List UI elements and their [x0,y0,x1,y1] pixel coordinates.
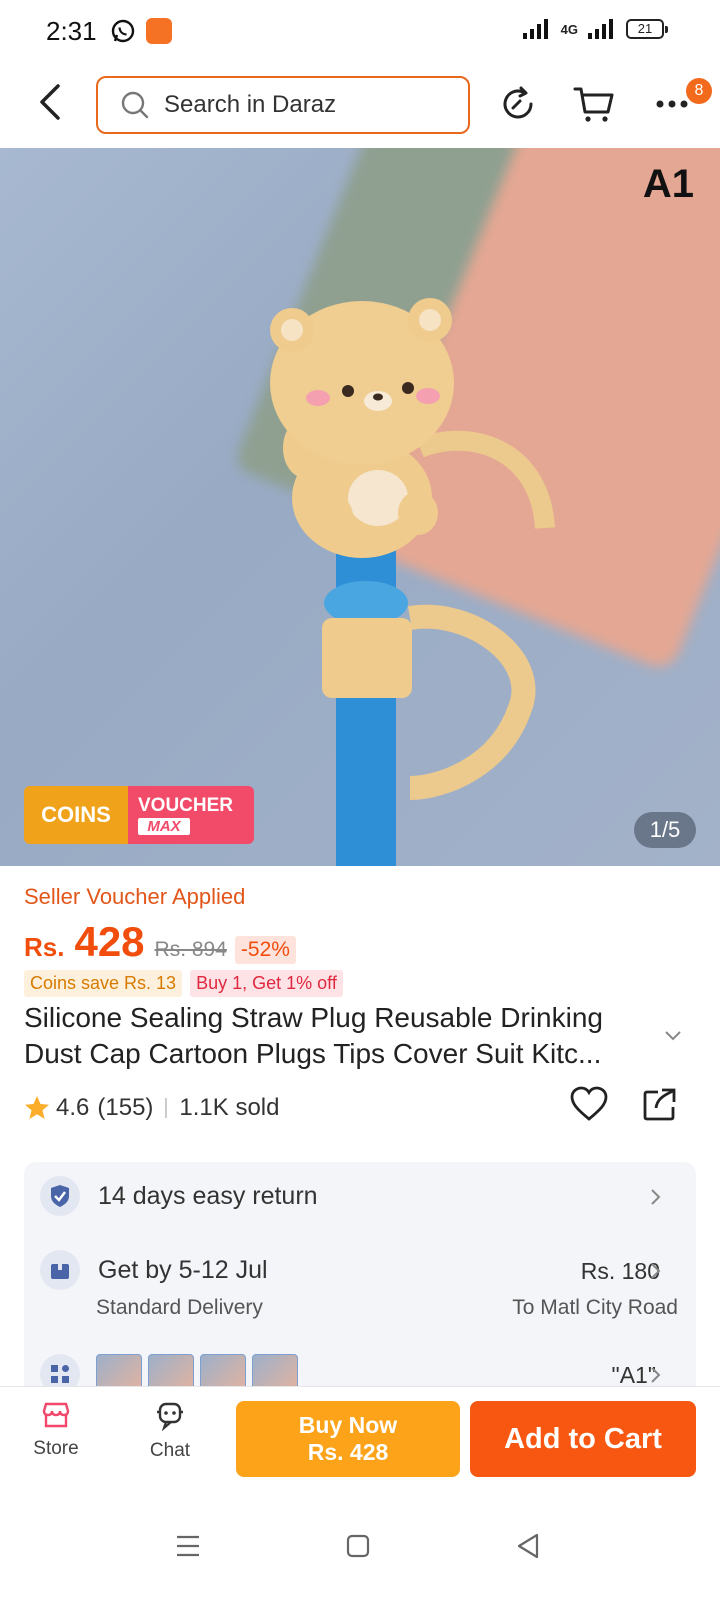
store-icon [42,1402,70,1428]
image-pager: 1/5 [634,812,696,848]
menu-lines-icon [177,1535,199,1557]
return-policy-row[interactable]: 14 days easy return [40,1176,318,1216]
original-price: Rs. 894 [154,938,227,961]
buy-now-button[interactable]: Buy Now Rs. 428 [236,1401,460,1477]
buy-offer-tag[interactable]: Buy 1, Get 1% off [190,970,343,997]
signal-icon [522,19,548,39]
return-policy-text: 14 days easy return [98,1181,318,1210]
wishlist-heart-icon[interactable] [570,1086,608,1122]
coins-label: COINS [24,786,128,844]
price-row: Rs. 428 Rs. 894 -52% [24,918,296,966]
promo-tags: Coins save Rs. 13 Buy 1, Get 1% off [24,970,343,997]
signal-icon-2 [588,19,613,39]
variant-label: A1 [642,162,694,206]
store-label: Store [33,1438,79,1459]
product-title[interactable]: Silicone Sealing Straw Plug Reusable Dri… [24,1000,664,1076]
voucher-max-label: VOUCHER MAX [128,786,254,844]
chevron-right-icon [651,1367,661,1383]
seller-voucher-label: Seller Voucher Applied [24,884,246,909]
currency-label: Rs. [24,932,65,962]
service-card: 14 days easy return Get by 5-12 Jul Stan… [24,1162,696,1402]
delivery-date-text: Get by 5-12 Jul [98,1255,268,1284]
back-arrow-icon [40,84,60,120]
status-time: 2:31 [46,16,97,46]
coins-save-tag[interactable]: Coins save Rs. 13 [24,970,183,997]
coins-voucher-tag: COINS VOUCHER MAX [24,786,254,844]
chat-icon [157,1402,183,1432]
whatsapp-icon [111,19,135,43]
back-triangle-icon [517,1533,539,1559]
voucher-sub-label: MAX [138,817,190,835]
delivery-price: Rs. 180 [580,1258,660,1284]
rating-value: 4.6 [56,1094,90,1121]
buy-now-price: Rs. 428 [307,1439,389,1465]
status-bar: 2:31 4G 21 [0,0,720,64]
cart-button[interactable] [572,82,616,126]
home-square-icon [346,1534,370,1558]
store-button[interactable]: Store [16,1401,96,1460]
search-input[interactable]: Search in Daraz [96,76,470,134]
delivery-box-icon [40,1250,80,1290]
current-price: 428 [74,918,145,965]
rating-row[interactable]: 4.6 (155) 1.1K sold [24,1094,279,1122]
status-indicators: 4G 21 [522,18,668,40]
shield-check-icon [40,1176,80,1216]
divider [165,1098,168,1118]
top-header: Search in Daraz 8 [0,64,720,148]
more-dots-icon [656,100,688,108]
back-button[interactable] [28,78,72,126]
discount-badge: -52% [234,936,296,964]
battery-icon: 21 [626,19,668,39]
delivery-row[interactable]: Get by 5-12 Jul [40,1250,268,1290]
sold-count: 1.1K sold [179,1094,280,1121]
history-icon [503,86,533,119]
chevron-right-icon [651,1189,661,1205]
product-image-carousel[interactable]: A1 COINS VOUCHER MAX 1/5 [0,148,720,866]
expand-title-chevron-icon[interactable] [664,1030,682,1042]
notification-badge: 8 [686,78,712,104]
history-button[interactable] [496,82,540,126]
review-count: (155) [97,1094,154,1121]
system-back-button[interactable] [508,1526,548,1566]
home-button[interactable] [338,1526,378,1566]
star-icon [25,1096,49,1119]
chevron-right-icon [651,1263,661,1279]
delivery-address[interactable]: To Matl City Road [512,1296,678,1320]
voucher-label: VOUCHER [138,794,234,816]
product-photo [270,298,555,866]
search-icon [121,91,149,119]
daraz-app-icon [146,18,172,44]
search-placeholder: Search in Daraz [164,91,337,118]
delivery-type: Standard Delivery [96,1296,263,1319]
cart-icon [573,87,614,122]
buy-now-label: Buy Now [298,1412,398,1438]
bottom-action-bar: Store Chat Buy Now Rs. 428 Add to Cart [0,1386,720,1486]
chat-button[interactable]: Chat [130,1401,210,1462]
add-to-cart-button[interactable]: Add to Cart [470,1401,696,1477]
system-nav-bar [0,1500,720,1600]
chat-label: Chat [149,1440,191,1461]
network-label: 4G [560,21,578,37]
share-icon[interactable] [642,1086,678,1122]
recents-button[interactable] [168,1526,208,1566]
